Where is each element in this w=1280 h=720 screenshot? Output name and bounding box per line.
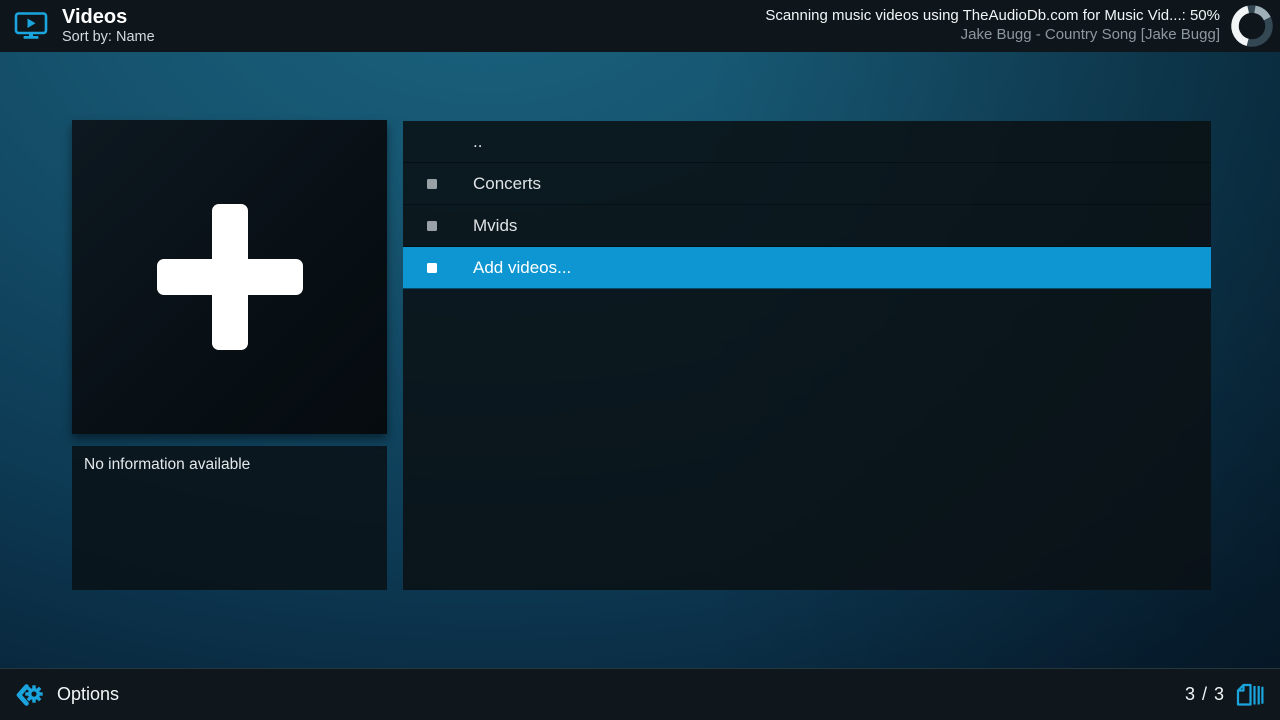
item-label: Add videos... <box>473 258 571 278</box>
options-button[interactable]: Options <box>0 681 119 709</box>
item-label: .. <box>473 132 482 152</box>
scan-status-group: Scanning music videos using TheAudioDb.c… <box>765 2 1280 50</box>
bottom-bar: Options 3 / 3 <box>0 668 1280 720</box>
options-label: Options <box>57 684 119 705</box>
item-label: Mvids <box>473 216 517 236</box>
item-label: Concerts <box>473 174 541 194</box>
info-panel: No information available <box>72 446 387 590</box>
list-item[interactable]: .. <box>403 121 1211 163</box>
busy-spinner-icon <box>1228 2 1276 50</box>
scan-current-item-text: Jake Bugg - Country Song [Jake Bugg] <box>961 26 1220 45</box>
stacked-pages-icon <box>1235 682 1264 708</box>
page-title: Videos <box>62 5 155 29</box>
item-bullet-icon <box>427 179 437 189</box>
info-text: No information available <box>84 456 250 473</box>
folder-thumbnail <box>72 120 387 434</box>
list-item[interactable]: Add videos... <box>403 247 1211 289</box>
item-bullet-icon <box>427 263 437 273</box>
scan-status-text: Scanning music videos using TheAudioDb.c… <box>765 7 1220 26</box>
sort-by-label: Sort by: Name <box>62 29 155 46</box>
file-list: .. Concerts Mvids Add videos... <box>403 121 1211 590</box>
list-item[interactable]: Concerts <box>403 163 1211 205</box>
position-indicator-group: 3 / 3 <box>1185 682 1280 708</box>
item-bullet-icon <box>427 221 437 231</box>
plus-icon <box>155 202 305 352</box>
videos-tv-play-icon <box>14 11 48 41</box>
top-bar: Videos Sort by: Name Scanning music vide… <box>0 0 1280 52</box>
list-item[interactable]: Mvids <box>403 205 1211 247</box>
options-gear-icon <box>14 681 44 709</box>
header-title-group: Videos Sort by: Name <box>0 5 155 46</box>
position-indicator: 3 / 3 <box>1185 684 1225 705</box>
